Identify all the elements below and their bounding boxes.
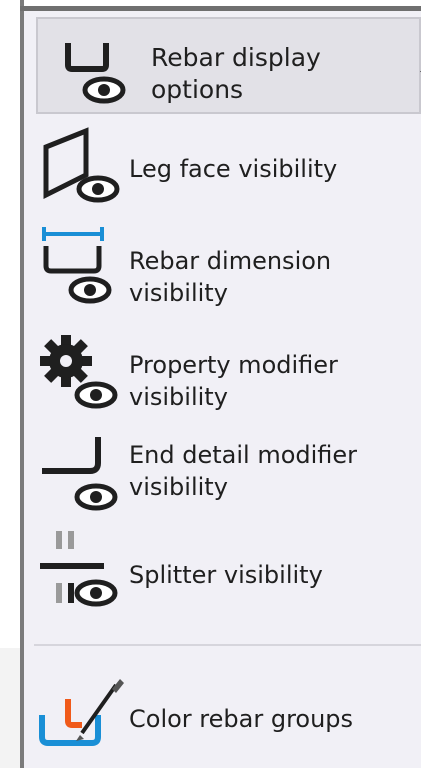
dropdown-menu: Rebar display options Leg face visibilit…	[24, 11, 421, 768]
item-label: Color rebar groups	[129, 705, 354, 733]
rebar-display-dropdown: Rebar display options Leg face visibilit…	[0, 0, 421, 768]
menu-item-color-rebar-groups[interactable]: Color rebar groups	[24, 671, 421, 761]
menu-item-splitter-visibility[interactable]: Splitter visibility	[24, 529, 421, 639]
item-label: Rebar dimension visibility	[129, 247, 332, 307]
color-brush-icon	[39, 679, 124, 746]
end-detail-eye-icon	[42, 437, 118, 511]
menu-item-end-detail-modifier-visibility[interactable]: End detail modifier visibility	[24, 431, 421, 531]
header-label: Rebar display options	[151, 43, 321, 104]
item-label: Leg face visibility	[129, 155, 338, 183]
item-label: Splitter visibility	[129, 561, 323, 589]
background-shape	[0, 648, 20, 768]
rebar-display-options-button[interactable]: Rebar display options	[36, 17, 421, 114]
rebar-dimension-eye-icon	[42, 227, 112, 304]
menu-item-property-modifier-visibility[interactable]: Property modifier visibility	[24, 329, 421, 429]
gear-eye-icon	[40, 335, 118, 409]
menu-item-leg-face-visibility[interactable]: Leg face visibility	[24, 123, 421, 218]
rebar-eye-icon	[65, 43, 126, 104]
menu-item-rebar-dimension-visibility[interactable]: Rebar dimension visibility	[24, 221, 421, 321]
menu-separator	[34, 644, 421, 646]
leg-face-eye-icon	[43, 127, 120, 203]
item-label: End detail modifier visibility	[129, 441, 358, 501]
item-label: Property modifier visibility	[129, 351, 338, 411]
splitter-eye-icon	[40, 531, 118, 607]
